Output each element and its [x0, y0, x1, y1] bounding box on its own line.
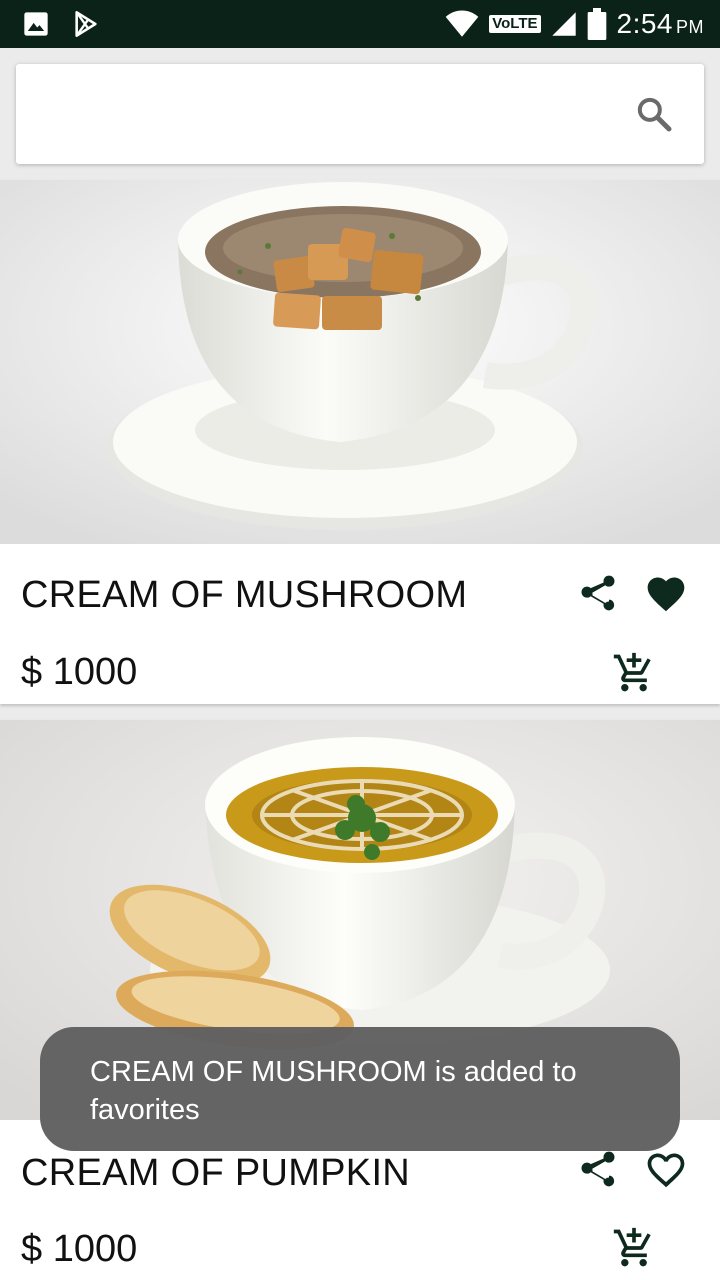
signal-icon [551, 12, 576, 36]
toast-message: CREAM OF MUSHROOM is added to favorites [40, 1027, 680, 1151]
add-to-cart-icon[interactable] [612, 1226, 656, 1270]
search-icon[interactable] [634, 94, 674, 134]
product-name: CREAM OF PUMPKIN [21, 1152, 411, 1194]
product-name: CREAM OF MUSHROOM [21, 574, 468, 616]
clock-time: 2:54 [616, 8, 673, 39]
product-card: CREAM OF PUMPKIN $ 1000 [0, 720, 720, 1280]
product-price: $ 1000 [21, 651, 138, 693]
clock-ampm: PM [676, 17, 704, 37]
heart-filled-icon[interactable] [644, 572, 688, 616]
app-screen: VoLTE 2:54 PM CREAM OF MUSHROOM $ 1000 C… [0, 0, 720, 1280]
product-image-mushroom[interactable] [0, 180, 720, 544]
status-clock: 2:54 PM [617, 8, 705, 40]
play-store-icon [75, 11, 97, 37]
product-price: $ 1000 [21, 1228, 138, 1270]
search-bar [16, 64, 704, 164]
status-bar: VoLTE 2:54 PM [0, 0, 720, 48]
wifi-icon [445, 10, 479, 37]
network-type-label: VoLTE [489, 15, 541, 33]
share-icon[interactable] [576, 572, 620, 616]
toast-text: CREAM OF MUSHROOM is added to favorites [90, 1056, 577, 1126]
share-icon[interactable] [576, 1148, 620, 1192]
heart-outline-icon[interactable] [644, 1148, 688, 1192]
gallery-icon [24, 12, 48, 36]
battery-icon [587, 8, 606, 40]
search-input[interactable] [36, 84, 620, 146]
product-card: CREAM OF MUSHROOM $ 1000 [0, 180, 720, 704]
add-to-cart-icon[interactable] [612, 651, 656, 695]
